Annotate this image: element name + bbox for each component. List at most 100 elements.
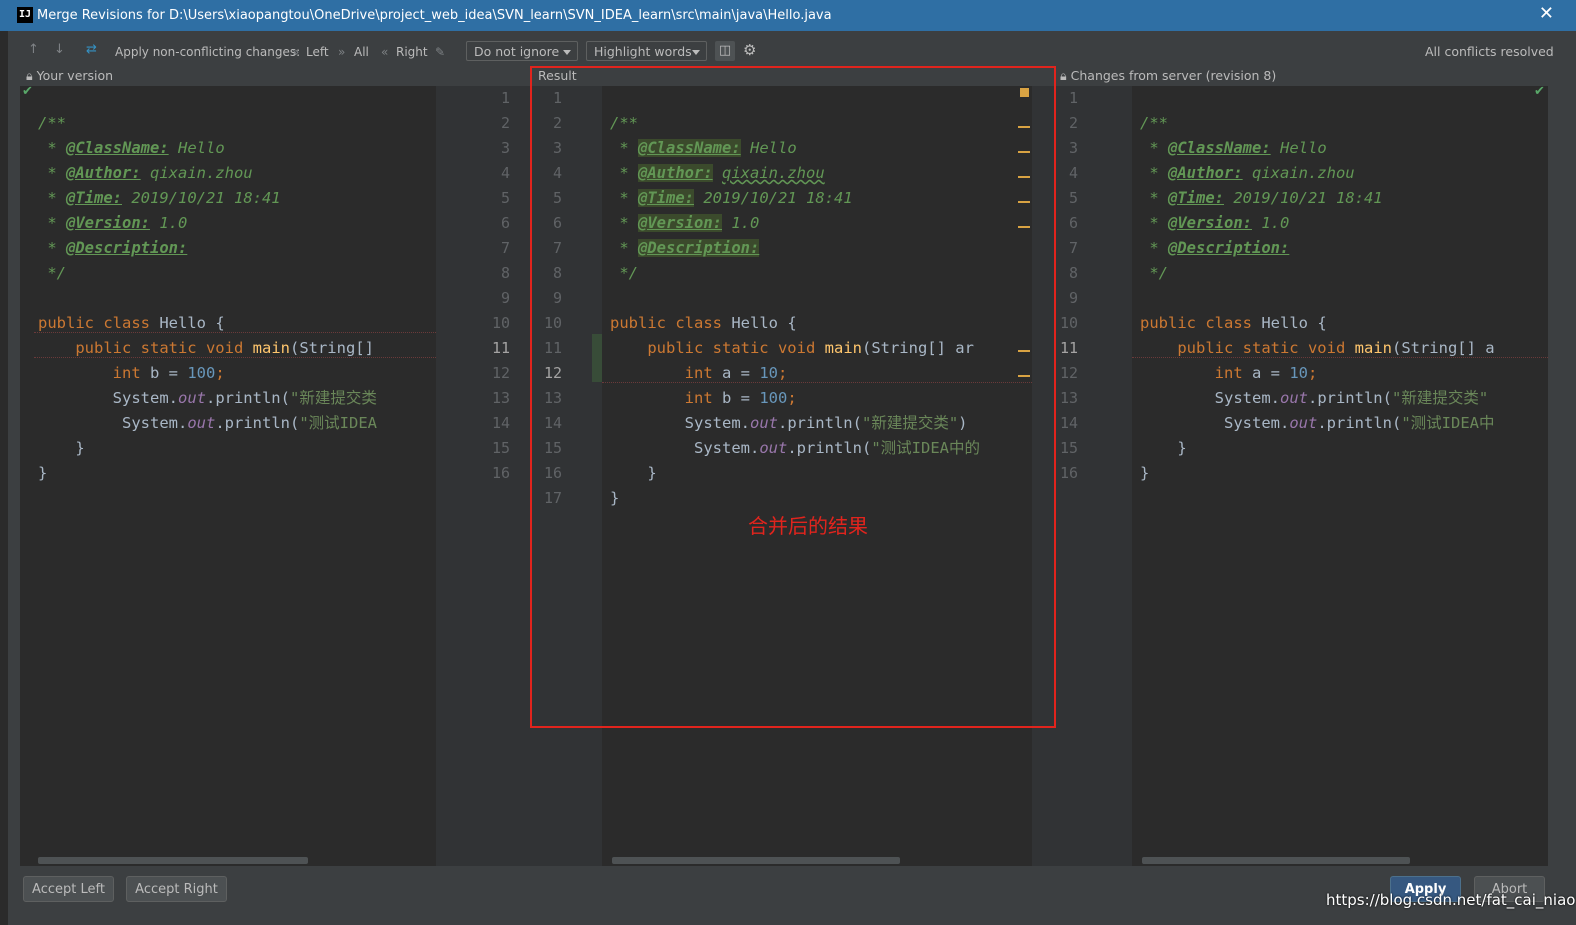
right-code-block: /** * @ClassName: Hello * @Author: qixai… xyxy=(1140,86,1495,486)
apply-all-button[interactable]: All xyxy=(354,45,369,59)
code-line: * @Version: 1.0 xyxy=(38,214,188,232)
code-line: * @Description: xyxy=(1140,239,1290,257)
error-stripe-mark xyxy=(1018,201,1030,203)
code-line: System.out.println("新建提交类" xyxy=(1214,389,1489,407)
right-pane-title: Changes from server (revision 8) xyxy=(1070,68,1277,83)
code-line: */ xyxy=(610,264,638,282)
merge-toolbar: ↑ ↓ ⇄ Apply non-conflicting changes: » L… xyxy=(8,36,1560,66)
checkmark-icon: ✔ xyxy=(1534,86,1545,99)
code-line: public static void main(String[] a xyxy=(1177,339,1495,357)
left-pane-header: 🔒︎ Your version xyxy=(26,67,113,85)
error-stripe-mark xyxy=(1018,176,1030,178)
left-background-strip xyxy=(0,31,8,925)
horizontal-scrollbar[interactable] xyxy=(1142,857,1410,864)
code-line: */ xyxy=(1140,264,1168,282)
code-line: * @Time: 2019/10/21 18:41 xyxy=(610,189,853,207)
next-difference-icon[interactable]: ↓ xyxy=(54,42,65,57)
left-result-gutter: 1 2 3 4 5 6 7 8 9 10 11 12 13 14 15 16 1 2 3 4 5 6 7 8 9 10 11 12 1… xyxy=(436,86,602,866)
magic-resolve-icon[interactable]: ⇄ xyxy=(86,42,97,57)
code-line: * @ClassName: Hello xyxy=(610,139,797,157)
horizontal-scrollbar[interactable] xyxy=(612,857,900,864)
code-line: } xyxy=(1140,464,1150,482)
code-line: * @Author: qixain.zhou xyxy=(38,164,253,182)
result-code-block: /** * @ClassName: Hello * @Author: qixai… xyxy=(610,86,980,511)
accept-right-button[interactable]: Accept Right xyxy=(126,876,227,902)
annotation-label: 合并后的结果 xyxy=(748,514,868,538)
apply-right-button[interactable]: Right xyxy=(396,45,428,59)
code-line: } xyxy=(38,439,85,457)
error-stripe-mark xyxy=(1018,126,1030,128)
code-line: /** xyxy=(610,114,638,132)
code-line: public static void main(String[] ar xyxy=(647,339,974,357)
change-marker xyxy=(592,334,602,382)
previous-difference-icon[interactable]: ↑ xyxy=(28,42,39,57)
code-line: } xyxy=(610,489,620,507)
apply-left-button[interactable]: Left xyxy=(306,45,329,59)
error-stripe-mark xyxy=(1018,151,1030,153)
result-line-numbers: 1 2 3 4 5 6 7 8 9 10 11 12 13 14 15 16 17 xyxy=(543,89,562,507)
intellij-app-icon: IJ xyxy=(17,7,33,23)
settings-gear-icon[interactable]: ⚙ xyxy=(743,41,756,59)
horizontal-scrollbar[interactable] xyxy=(38,857,308,864)
window-title-bar: IJ Merge Revisions for D:\Users\xiaopang… xyxy=(0,0,1576,31)
middle-pane-header: Result xyxy=(538,67,577,85)
chevron-down-icon xyxy=(692,50,700,55)
code-line: * @Version: 1.0 xyxy=(610,214,760,232)
side-by-side-icon[interactable]: ◫ xyxy=(715,41,735,61)
close-icon[interactable]: ✕ xyxy=(1539,4,1554,24)
code-line: System.out.println("测试IDEA中 xyxy=(1224,414,1495,432)
ignore-whitespace-select[interactable]: Do not ignore xyxy=(466,41,578,61)
code-line: System.out.println("测试IDEA xyxy=(122,414,377,432)
code-line: * @ClassName: Hello xyxy=(1140,139,1327,157)
code-line: /** xyxy=(38,114,66,132)
error-stripe-mark xyxy=(1018,375,1030,377)
code-line: System.out.println("新建提交类 xyxy=(112,389,377,407)
code-line: * @Time: 2019/10/21 18:41 xyxy=(38,189,281,207)
left-pane-title: Your version xyxy=(36,68,114,83)
ignore-select-value: Do not ignore xyxy=(474,44,560,59)
middle-pane-title: Result xyxy=(538,68,577,83)
code-line: } xyxy=(1140,439,1187,457)
code-line: * @Time: 2019/10/21 18:41 xyxy=(1140,189,1383,207)
result-right-gutter: 1 2 3 4 5 6 7 8 9 10 11 12 13 14 15 16 xyxy=(1032,86,1132,866)
apply-non-conflicting-label: Apply non-conflicting changes: xyxy=(115,45,301,59)
left-line-numbers: 1 2 3 4 5 6 7 8 9 10 11 12 13 14 15 16 xyxy=(491,89,510,482)
error-stripe-mark xyxy=(1018,350,1030,352)
right-pane-header: 🔒︎ Changes from server (revision 8) xyxy=(1060,67,1276,85)
code-line: int b = 100; xyxy=(112,364,225,382)
code-line: int b = 100; xyxy=(684,389,797,407)
apply-right-icon[interactable]: « xyxy=(381,45,388,59)
error-stripe-mark xyxy=(1018,226,1030,228)
right-line-numbers: 1 2 3 4 5 6 7 8 9 10 11 12 13 14 15 16 xyxy=(1059,89,1078,482)
checkmark-icon: ✔ xyxy=(22,86,33,99)
code-line: * @Description: xyxy=(38,239,188,257)
right-editor[interactable]: ✔ /** * @ClassName: Hello * @Author: qix… xyxy=(1132,86,1548,866)
code-line: public class Hello { xyxy=(610,314,797,332)
left-code-block: /** * @ClassName: Hello * @Author: qixai… xyxy=(38,86,377,486)
code-line: public static void main(String[] xyxy=(75,339,374,357)
lock-icon: 🔒︎ xyxy=(26,68,33,83)
code-line: int a = 10; xyxy=(1214,364,1318,382)
warning-marker-icon xyxy=(1020,88,1029,97)
code-line: * @Description: xyxy=(610,239,760,257)
code-line: System.out.println("测试IDEA中的 xyxy=(694,439,980,457)
code-line: public class Hello { xyxy=(1140,314,1327,332)
resolve-wand-icon[interactable]: ✎ xyxy=(435,45,445,59)
window-title: Merge Revisions for D:\Users\xiaopangtou… xyxy=(37,8,832,23)
result-editor[interactable]: /** * @ClassName: Hello * @Author: qixai… xyxy=(602,86,1032,866)
lock-icon: 🔒︎ xyxy=(1060,68,1067,83)
highlight-mode-select[interactable]: Highlight words xyxy=(586,41,707,61)
code-line: /** xyxy=(1140,114,1168,132)
code-line: * @ClassName: Hello xyxy=(38,139,225,157)
code-line: * @Author: qixain.zhou xyxy=(610,164,825,182)
apply-all-icon[interactable]: » xyxy=(338,45,345,59)
watermark-text: https://blog.csdn.net/fat_cai_niao xyxy=(1326,891,1576,909)
code-line: public class Hello { xyxy=(38,314,225,332)
code-line: System.out.println("新建提交类") xyxy=(684,414,968,432)
accept-left-button[interactable]: Accept Left xyxy=(23,876,114,902)
code-line: */ xyxy=(38,264,66,282)
code-line: * @Version: 1.0 xyxy=(1140,214,1290,232)
apply-left-icon[interactable]: » xyxy=(292,45,299,59)
left-editor[interactable]: ✔ /** * @ClassName: Hello * @Author: qix… xyxy=(20,86,436,866)
highlight-select-value: Highlight words xyxy=(594,44,692,59)
